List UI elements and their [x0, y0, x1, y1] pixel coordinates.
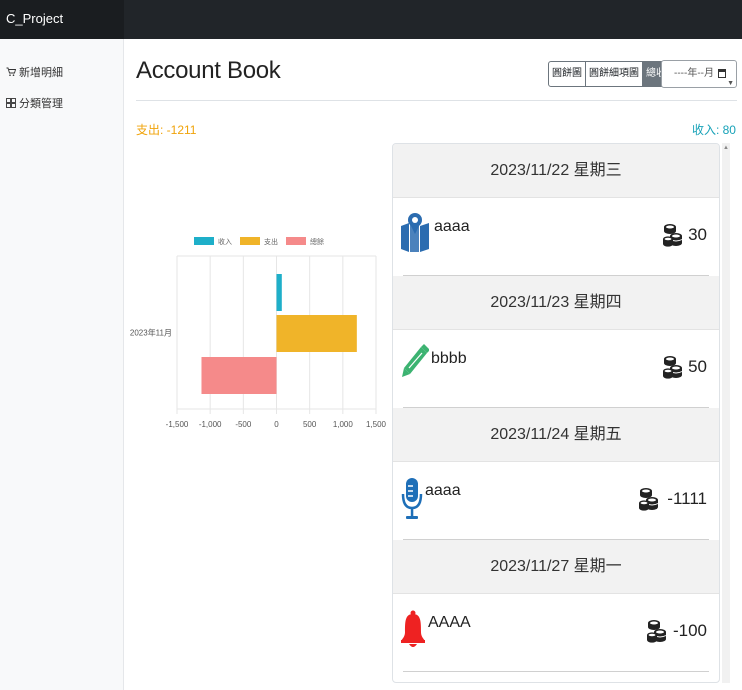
bell-icon	[400, 608, 426, 657]
top-navbar: C_Project	[0, 0, 742, 39]
x-tick-label: -500	[235, 420, 252, 429]
record-amount: 30	[688, 225, 707, 244]
calendar-icon[interactable]	[718, 69, 726, 78]
legend-swatch	[194, 237, 214, 245]
record-amount: -1111	[667, 489, 707, 508]
page-title: Account Book	[136, 57, 281, 84]
bar-2	[201, 357, 277, 394]
record-item[interactable]: bbbb 50	[393, 330, 719, 408]
day-header: 2023/11/27 星期一	[393, 540, 719, 594]
header-divider	[136, 100, 737, 101]
record-divider	[403, 539, 709, 540]
map-icon	[399, 212, 431, 257]
record-name: AAAA	[428, 614, 471, 631]
day-header: 2023/11/23 星期四	[393, 276, 719, 330]
brand-name[interactable]: C_Project	[0, 0, 124, 39]
legend-label: 收入	[218, 237, 232, 246]
sidebar-item-category-manage[interactable]: 分類管理	[6, 95, 63, 111]
x-tick-label: 1,500	[366, 420, 387, 429]
legend-swatch	[240, 237, 260, 245]
scroll-up-icon[interactable]: ▲	[723, 145, 729, 151]
x-tick-label: 0	[274, 420, 279, 429]
coins-icon	[639, 486, 659, 517]
sidebar: 新增明細 分類管理	[0, 39, 124, 690]
coins-icon	[663, 354, 683, 385]
record-divider	[403, 275, 709, 276]
coins-icon	[647, 618, 667, 649]
record-item[interactable]: AAAA -100	[393, 594, 719, 672]
coins-icon	[663, 222, 683, 253]
record-divider	[403, 671, 709, 672]
legend-label: 支出	[264, 237, 278, 246]
expense-total: 支出: -1211	[136, 123, 197, 137]
microphone-icon	[401, 476, 423, 527]
record-amount: 50	[688, 357, 707, 376]
balance-bar-chart: -1,500 -1,000 -500 0 500 1,000 1,500 2023年11月 收入…	[130, 237, 387, 429]
pencil-icon	[401, 344, 430, 389]
legend-swatch	[286, 237, 306, 245]
income-total: 收入: 80	[691, 123, 736, 137]
sidebar-item-label: 分類管理	[19, 98, 63, 110]
y-category-label: 2023年11月	[130, 328, 172, 338]
main-content: Account Book 圓餅圖 圓餅細項圖 總收支 ----年--月 ▼ 支出…	[124, 39, 742, 690]
month-picker[interactable]: ----年--月 ▼	[661, 60, 737, 88]
x-tick-label: -1,500	[166, 420, 189, 429]
bar-1	[276, 315, 357, 352]
day-header: 2023/11/24 星期五	[393, 408, 719, 462]
x-tick-label: -1,000	[199, 420, 222, 429]
month-placeholder: ----年--月	[674, 68, 714, 79]
record-name: aaaa	[434, 218, 470, 235]
record-name: bbbb	[431, 350, 467, 367]
cart-icon	[6, 67, 16, 76]
pie-detail-button[interactable]: 圓餅細項圖	[586, 61, 643, 87]
day-header: 2023/11/22 星期三	[393, 144, 719, 198]
x-tick-label: 500	[303, 420, 317, 429]
sidebar-item-add-detail[interactable]: 新增明細	[6, 64, 63, 80]
chevron-down-icon[interactable]: ▼	[727, 71, 734, 97]
record-amount: -100	[672, 621, 707, 640]
bar-0	[276, 274, 282, 311]
x-tick-label: 1,000	[333, 420, 354, 429]
record-item[interactable]: aaaa 30	[393, 198, 719, 276]
record-name: aaaa	[425, 482, 461, 499]
record-item[interactable]: aaaa -1111	[393, 462, 719, 540]
sidebar-item-label: 新增明細	[19, 67, 63, 79]
daily-records-list: 2023/11/22 星期三 aaaa 30 2023/11/23 星期四 bb…	[392, 143, 720, 683]
pie-chart-button[interactable]: 圓餅圖	[548, 61, 586, 87]
legend-label: 總餘	[310, 237, 324, 246]
record-divider	[403, 407, 709, 408]
scrollbar[interactable]: ▲	[722, 143, 730, 683]
category-icon	[6, 98, 16, 108]
